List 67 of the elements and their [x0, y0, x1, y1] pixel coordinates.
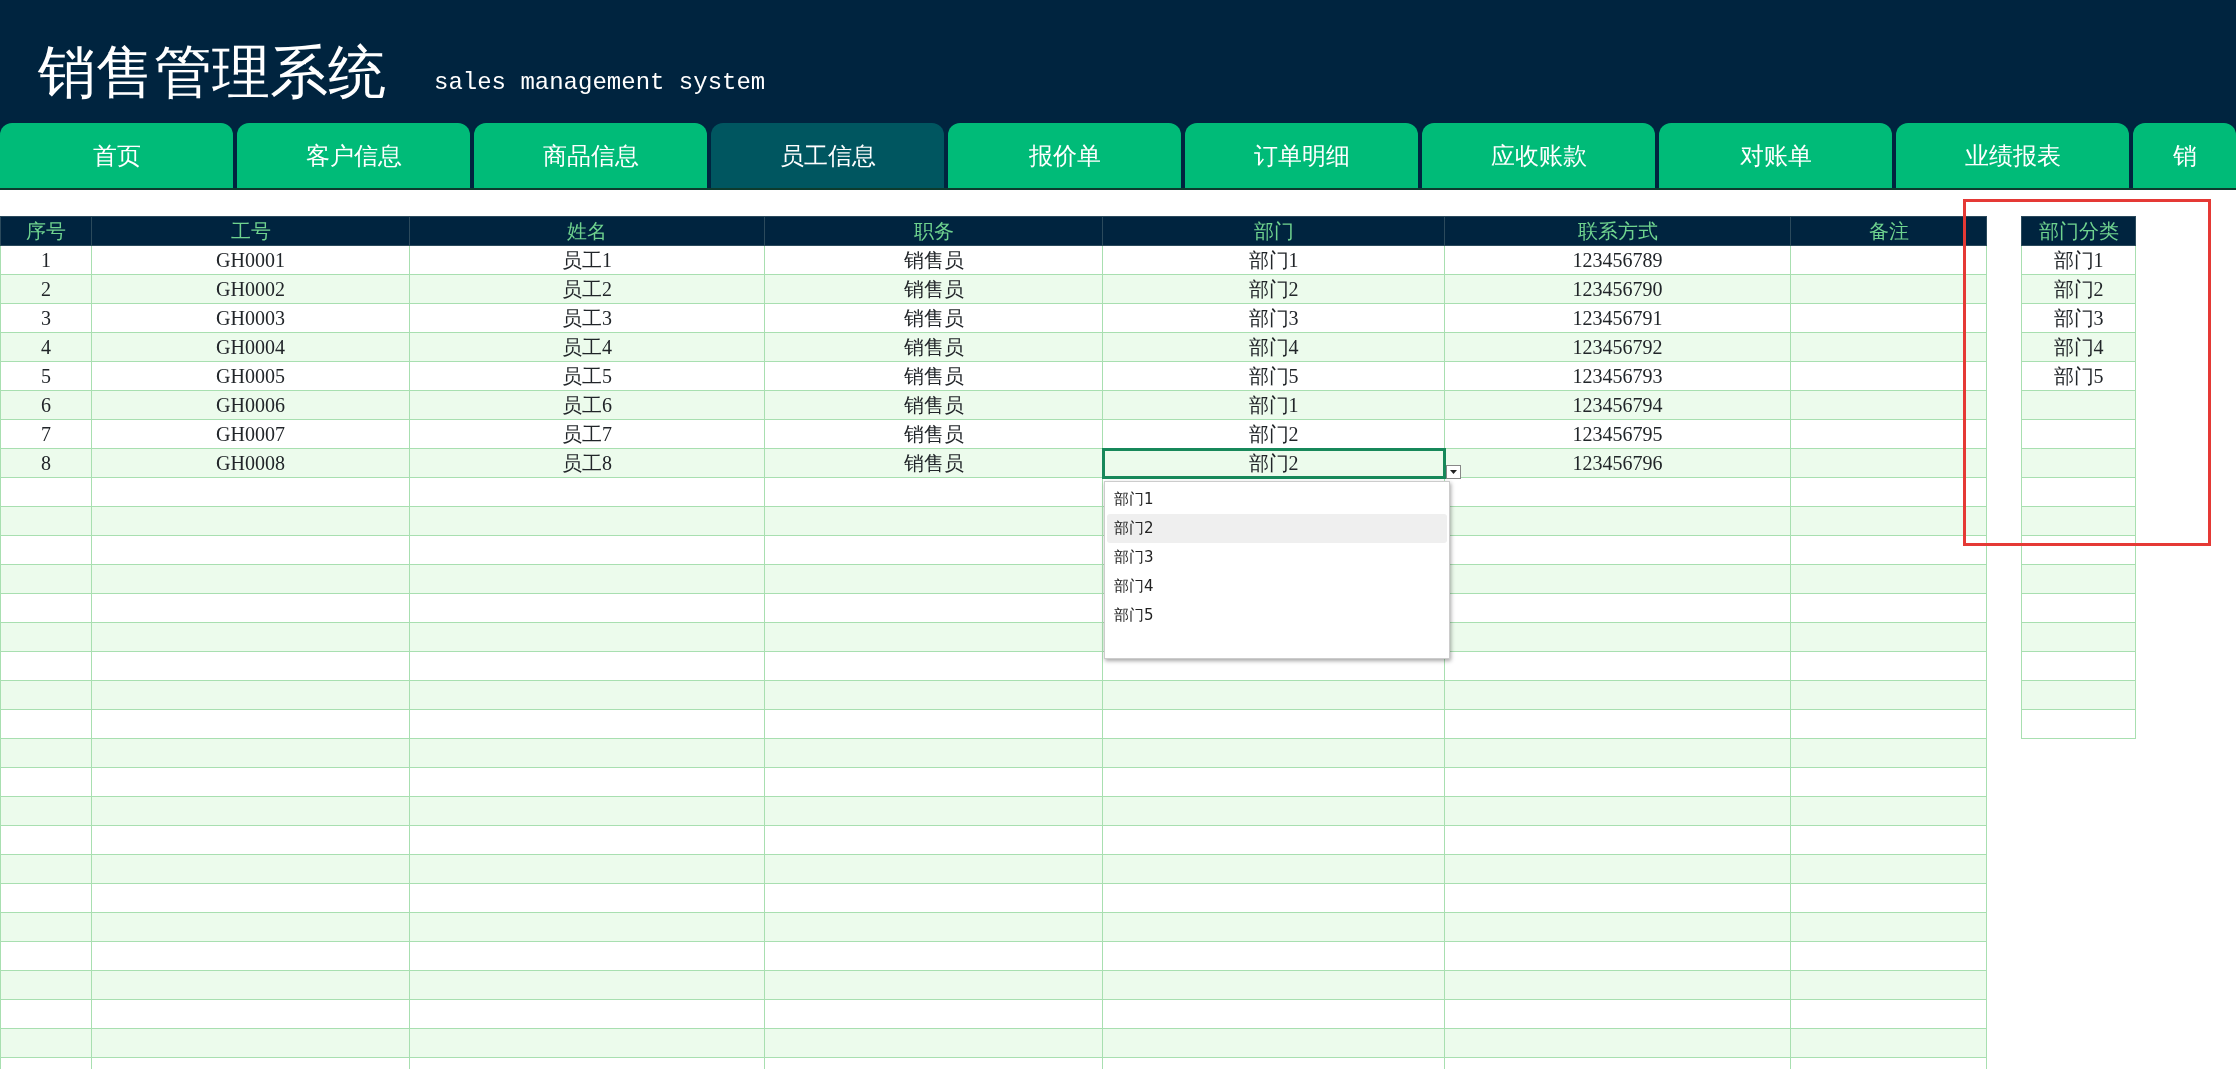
table-cell: GH0004 — [91, 332, 410, 362]
table-cell: 销售员 — [764, 419, 1103, 449]
dropdown-option[interactable]: 部门3 — [1107, 543, 1447, 572]
table-cell: GH0007 — [91, 419, 410, 449]
table-cell: GH0002 — [91, 274, 410, 304]
dropdown-option[interactable]: 部门4 — [1107, 572, 1447, 601]
app-subtitle: sales management system — [434, 68, 766, 98]
column-header: 职务 — [764, 216, 1103, 246]
dropdown-option[interactable]: 部门5 — [1107, 601, 1447, 630]
table-cell: GH0005 — [91, 361, 410, 391]
table-cell: 123456795 — [1444, 419, 1791, 449]
table-cell: 部门3 — [2021, 303, 2136, 333]
table-cell: 员工1 — [409, 245, 765, 275]
app-title: 销售管理系统 — [38, 43, 386, 101]
table-cell[interactable]: 部门3 — [1102, 303, 1445, 333]
column-header: 备注 — [1790, 216, 1987, 246]
table-cell: 部门4 — [2021, 332, 2136, 362]
table-cell: GH0008 — [91, 448, 410, 478]
table-cell: 2 — [0, 274, 92, 304]
table-cell: 123456791 — [1444, 303, 1791, 333]
column-header: 姓名 — [409, 216, 765, 246]
table-cell: 7 — [0, 419, 92, 449]
table-cell: GH0003 — [91, 303, 410, 333]
table-cell: 销售员 — [764, 245, 1103, 275]
table-cell: 123456789 — [1444, 245, 1791, 275]
table-cell: 销售员 — [764, 448, 1103, 478]
table-cell: 员工2 — [409, 274, 765, 304]
table-cell: 员工5 — [409, 361, 765, 391]
table-cell: 123456792 — [1444, 332, 1791, 362]
table-cell[interactable]: 部门5 — [1102, 361, 1445, 391]
table-cell: 员工3 — [409, 303, 765, 333]
table-cell: 6 — [0, 390, 92, 420]
table-cell[interactable]: 部门2 — [1102, 274, 1445, 304]
table-cell: 4 — [0, 332, 92, 362]
table-cell[interactable]: 部门1 — [1102, 245, 1445, 275]
table-cell: 销售员 — [764, 332, 1103, 362]
column-header: 部门 — [1102, 216, 1445, 246]
table-cell: GH0006 — [91, 390, 410, 420]
dropdown-option[interactable]: 部门2 — [1107, 514, 1447, 543]
table-cell: 销售员 — [764, 390, 1103, 420]
table-cell: 123456790 — [1444, 274, 1791, 304]
table-cell: 员工6 — [409, 390, 765, 420]
table-cell: 1 — [0, 245, 92, 275]
dropdown-option[interactable]: 部门1 — [1107, 485, 1447, 514]
table-cell: GH0001 — [91, 245, 410, 275]
table-cell: 123456793 — [1444, 361, 1791, 391]
table-cell: 销售员 — [764, 361, 1103, 391]
table-cell: 部门5 — [2021, 361, 2136, 391]
table-cell: 员工8 — [409, 448, 765, 478]
column-header: 联系方式 — [1444, 216, 1791, 246]
table-cell: 8 — [0, 448, 92, 478]
column-header: 部门分类 — [2021, 216, 2136, 246]
table-cell: 5 — [0, 361, 92, 391]
table-cell: 员工4 — [409, 332, 765, 362]
table-cell: 部门1 — [2021, 245, 2136, 275]
table-cell: 123456796 — [1444, 448, 1791, 478]
table-cell: 123456794 — [1444, 390, 1791, 420]
table-cell: 销售员 — [764, 274, 1103, 304]
table-cell[interactable]: 部门1 — [1102, 390, 1445, 420]
table-cell[interactable]: 部门4 — [1102, 332, 1445, 362]
column-header: 序号 — [0, 216, 92, 246]
column-header: 工号 — [91, 216, 410, 246]
table-cell: 员工7 — [409, 419, 765, 449]
table-cell: 部门2 — [2021, 274, 2136, 304]
table-cell: 销售员 — [764, 303, 1103, 333]
nav-tab[interactable]: 员工信息 — [711, 123, 944, 188]
table-cell: 3 — [0, 303, 92, 333]
